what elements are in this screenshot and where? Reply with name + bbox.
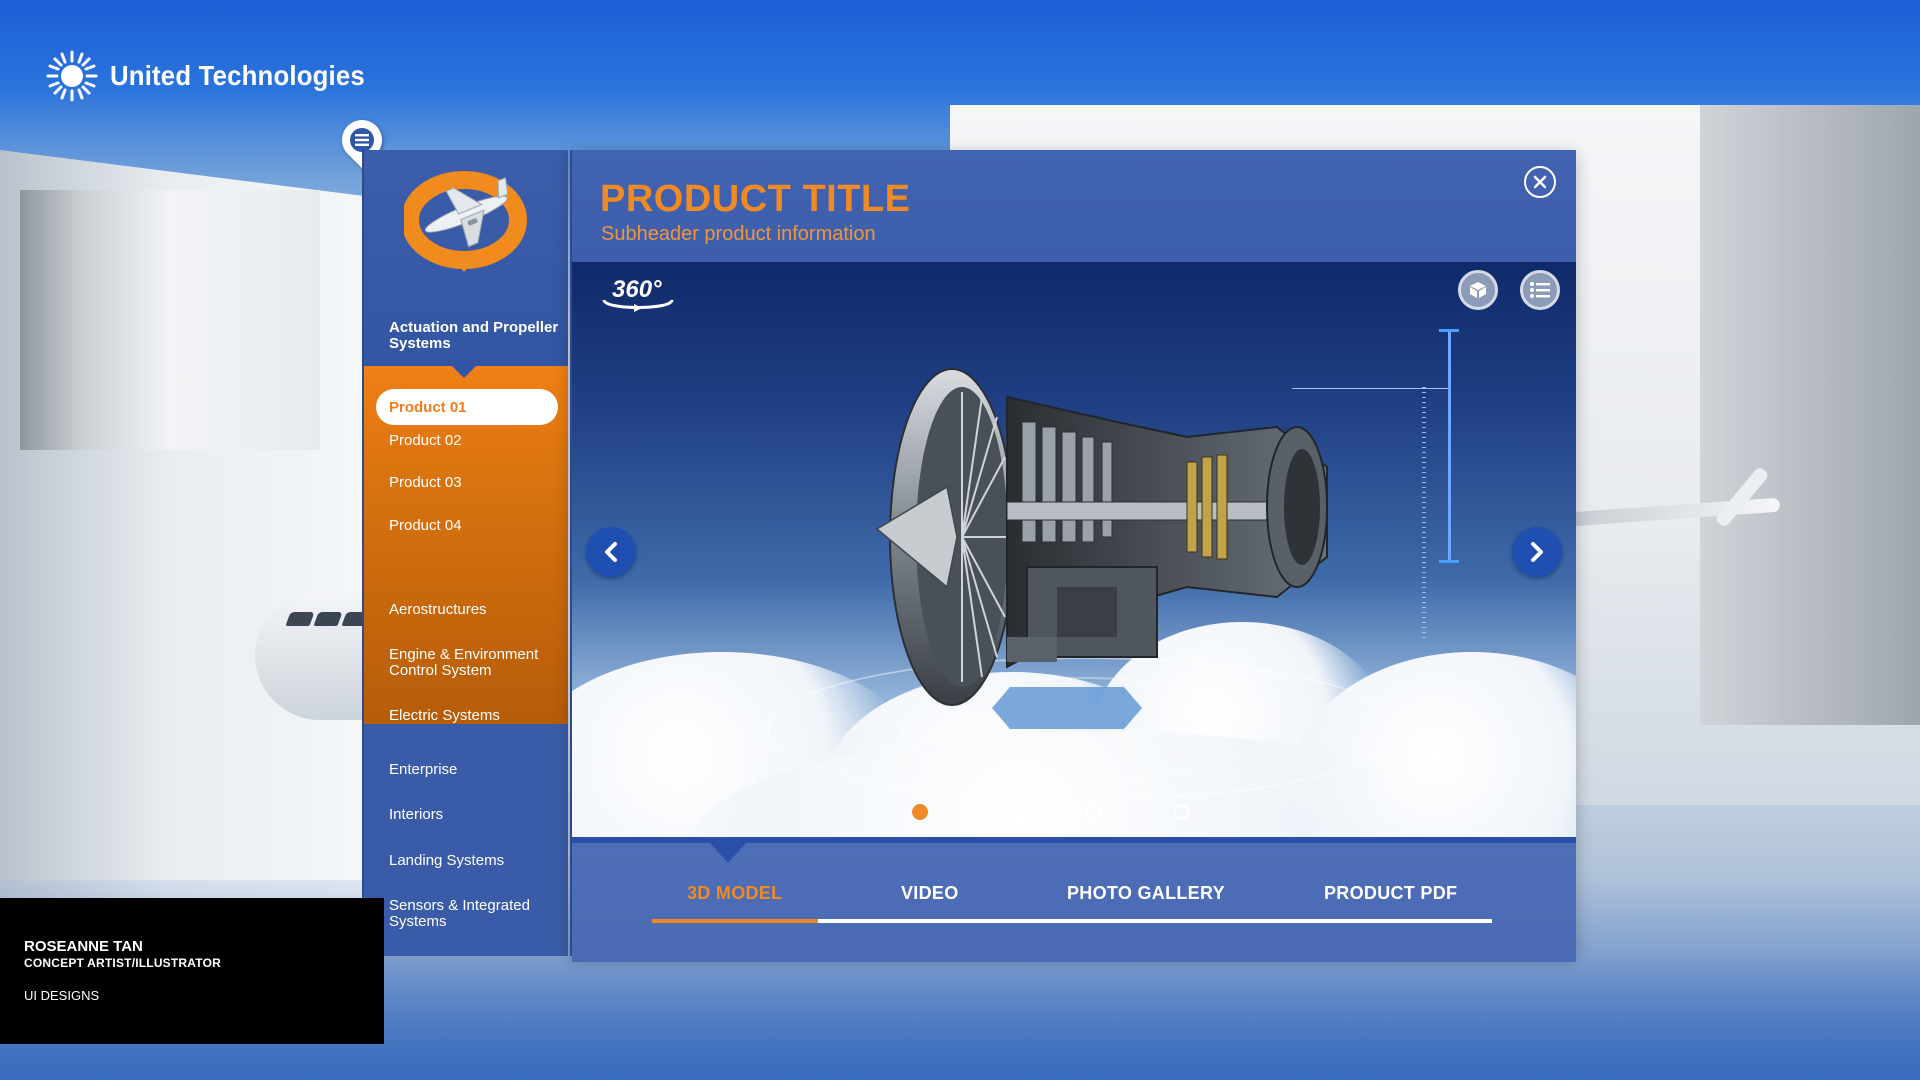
scale-ruler bbox=[1422, 387, 1426, 642]
model-viewer[interactable]: 360° bbox=[572, 262, 1576, 837]
product-panel: PRODUCT TITLE Subheader product informat… bbox=[570, 150, 1576, 962]
carousel-dot-2[interactable] bbox=[999, 804, 1015, 820]
credit-name: ROSEANNE TAN bbox=[24, 938, 143, 955]
product-header: PRODUCT TITLE Subheader product informat… bbox=[572, 150, 1576, 262]
product-title: PRODUCT TITLE bbox=[600, 178, 911, 220]
credit-role: CONCEPT ARTIST/ILLUSTRATOR bbox=[24, 956, 221, 970]
rotate-360-button[interactable]: 360° bbox=[598, 274, 678, 318]
menu-icon bbox=[350, 128, 374, 152]
sidebar-item-landing-systems[interactable]: Landing Systems bbox=[389, 853, 564, 869]
product-item-04[interactable]: Product 04 bbox=[389, 517, 462, 534]
tab-photo-gallery[interactable]: PHOTO GALLERY bbox=[1067, 883, 1225, 904]
scale-cap-bottom bbox=[1439, 560, 1459, 563]
cube-icon bbox=[1470, 282, 1486, 298]
product-item-03[interactable]: Product 03 bbox=[389, 474, 462, 491]
sidebar-item-sensors[interactable]: Sensors & Integrated Systems bbox=[389, 898, 564, 930]
product-item-01[interactable]: Product 01 bbox=[376, 389, 558, 425]
background-block bbox=[20, 190, 320, 450]
plane-window bbox=[313, 612, 343, 626]
chevron-left-icon bbox=[605, 542, 617, 562]
plane-emblem-icon bbox=[404, 171, 527, 272]
category-title: Actuation and Propeller Systems bbox=[389, 319, 559, 352]
sidebar-item-aerostructures[interactable]: Aerostructures bbox=[389, 602, 564, 618]
carousel-dot-1[interactable] bbox=[912, 804, 928, 820]
sidebar-item-engine-environment[interactable]: Engine & Environment Control System bbox=[389, 647, 564, 679]
background-building-side bbox=[1700, 105, 1920, 725]
plane-window bbox=[285, 612, 315, 626]
product-item-02[interactable]: Product 02 bbox=[389, 432, 462, 449]
scale-leader-line bbox=[1292, 388, 1448, 389]
badge-360-label: 360° bbox=[612, 276, 662, 303]
category-pointer bbox=[452, 366, 476, 378]
tab-underline-active bbox=[652, 919, 818, 923]
credit-project: UI DESIGNS bbox=[24, 988, 100, 1003]
tab-video[interactable]: VIDEO bbox=[901, 883, 959, 904]
brand-name: United Technologies bbox=[110, 60, 365, 91]
sidebar-item-electric-systems[interactable]: Electric Systems bbox=[389, 708, 564, 724]
scale-cap-top bbox=[1439, 329, 1459, 332]
scale-indicator bbox=[1448, 330, 1451, 562]
tab-3d-model[interactable]: 3D MODEL bbox=[687, 883, 782, 904]
sidebar: Actuation and Propeller Systems Product … bbox=[364, 150, 568, 956]
sidebar-header: Actuation and Propeller Systems bbox=[364, 150, 568, 366]
credits-box: ROSEANNE TAN CONCEPT ARTIST/ILLUSTRATOR … bbox=[0, 898, 384, 1044]
jet-engine-model[interactable] bbox=[857, 337, 1347, 707]
product-subheader: Subheader product information bbox=[601, 223, 876, 245]
sidebar-item-enterprise[interactable]: Enterprise bbox=[389, 762, 564, 778]
list-icon bbox=[1530, 282, 1550, 298]
carousel-dot-4[interactable] bbox=[1173, 804, 1189, 820]
close-button[interactable] bbox=[1524, 166, 1556, 198]
previous-button[interactable] bbox=[586, 527, 636, 577]
3d-view-button[interactable] bbox=[1458, 270, 1498, 310]
carousel-dot-3[interactable] bbox=[1086, 804, 1102, 820]
specs-list-button[interactable] bbox=[1520, 270, 1560, 310]
tab-product-pdf[interactable]: PRODUCT PDF bbox=[1324, 883, 1457, 904]
close-icon bbox=[1533, 175, 1547, 189]
chevron-right-icon bbox=[1531, 542, 1543, 562]
tab-bar: 3D MODEL VIDEO PHOTO GALLERY PRODUCT PDF bbox=[572, 837, 1576, 962]
brand-logo[interactable]: United Technologies bbox=[46, 50, 387, 102]
next-button[interactable] bbox=[1512, 527, 1562, 577]
active-tab-pointer bbox=[710, 843, 746, 863]
sunburst-logo-icon bbox=[46, 50, 98, 102]
sidebar-item-interiors[interactable]: Interiors bbox=[389, 807, 564, 823]
